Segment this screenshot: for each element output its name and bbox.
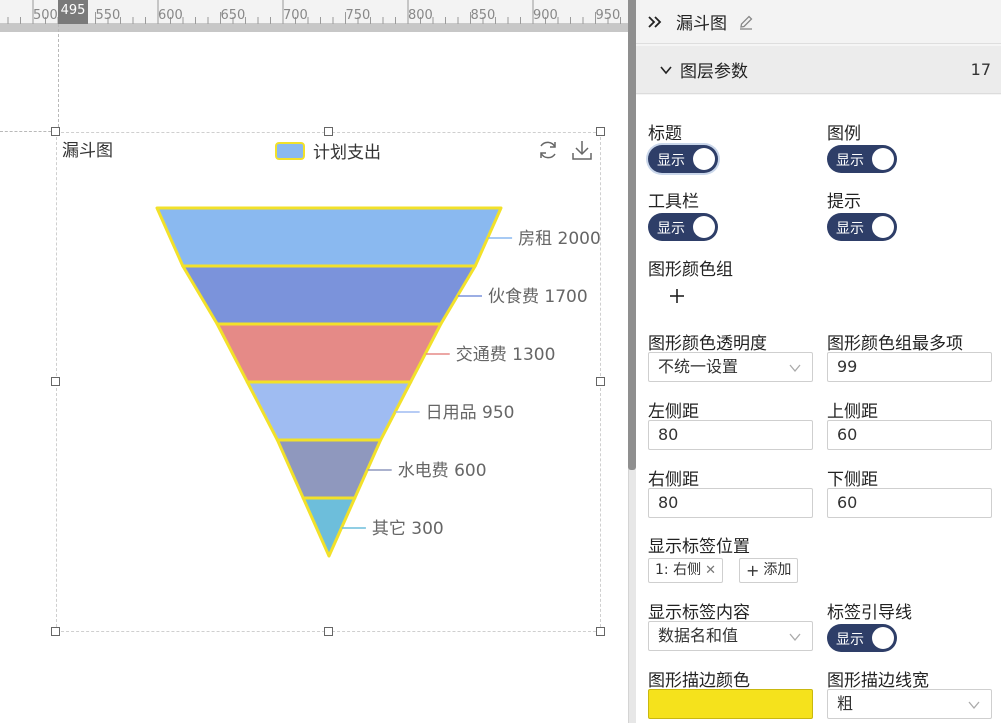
toggle-knob	[693, 148, 715, 170]
legend-toggle[interactable]: 显示	[827, 145, 897, 173]
bottom-margin-label: 下侧距	[827, 470, 878, 490]
toggle-knob	[872, 627, 894, 649]
stroke-color-label: 图形描边颜色	[648, 671, 750, 691]
pencil-icon[interactable]	[737, 13, 755, 31]
layer-params-section-header[interactable]: 图层参数 17	[636, 46, 1001, 94]
max-colors-input[interactable]: 99	[827, 352, 992, 382]
label-content-select[interactable]: 数据名和值	[648, 621, 813, 651]
tooltip-toggle-text: 显示	[836, 221, 864, 237]
add-label-position-button[interactable]: + 添加	[739, 558, 799, 583]
guide-line-toggle[interactable]: 显示	[827, 624, 897, 652]
add-button-text: 添加	[763, 562, 792, 578]
guide-line-toggle-text: 显示	[836, 632, 864, 648]
max-colors-label: 图形颜色组最多项	[827, 334, 963, 354]
label-content-value: 数据名和值	[658, 626, 739, 645]
funnel-data-label: 日用品 950	[426, 403, 515, 423]
funnel-segment[interactable]	[155, 206, 503, 268]
tooltip-field-label: 提示	[827, 192, 861, 212]
funnel-data-label: 水电费 600	[398, 461, 487, 481]
stroke-width-select[interactable]: 粗	[827, 689, 992, 719]
funnel-segment[interactable]	[301, 496, 357, 558]
section-count: 17	[970, 60, 991, 79]
funnel-data-label: 伙食费 1700	[488, 287, 588, 307]
section-title: 图层参数	[680, 62, 748, 82]
funnel-segment[interactable]	[181, 264, 477, 326]
toolbar-field-label: 工具栏	[648, 192, 699, 212]
panel-header: 漏斗图	[636, 0, 1001, 44]
title-toggle-text: 显示	[657, 153, 685, 169]
toggle-knob	[693, 216, 715, 238]
toolbar-toggle-text: 显示	[657, 221, 685, 237]
opacity-label: 图形颜色透明度	[648, 334, 767, 354]
close-icon[interactable]: ✕	[705, 559, 716, 582]
title-field-label: 标题	[648, 124, 682, 144]
funnel-chart: 房租 2000 伙食费 1700 交通费 1300 日用品 950 水电费 600 其它 …	[155, 206, 601, 558]
funnel-data-label: 其它 300	[372, 519, 444, 539]
label-position-tag: 1: 右侧 ✕	[648, 558, 723, 583]
tooltip-toggle[interactable]: 显示	[827, 213, 897, 241]
left-margin-label: 左侧距	[648, 402, 699, 422]
label-position-label: 显示标签位置	[648, 537, 750, 557]
legend-field-label: 图例	[827, 124, 861, 144]
plus-icon	[670, 289, 684, 303]
opacity-select-value: 不统一设置	[658, 357, 739, 376]
title-toggle[interactable]: 显示	[648, 145, 718, 173]
stroke-color-picker[interactable]	[648, 689, 813, 719]
canvas-scrollbar-thumb[interactable]	[628, 0, 636, 470]
color-group-label: 图形颜色组	[648, 260, 733, 280]
opacity-select[interactable]: 不统一设置	[648, 352, 813, 382]
toggle-knob	[872, 216, 894, 238]
plus-icon: +	[746, 561, 760, 580]
left-margin-input[interactable]: 80	[648, 420, 813, 450]
label-position-tag-text: 1: 右侧	[655, 562, 702, 578]
double-chevron-right-icon[interactable]	[644, 12, 664, 32]
canvas-area[interactable]: 500 550 600 650 700 750 800 850 900 950 495 漏斗图 计…	[0, 0, 628, 723]
toolbar-toggle[interactable]: 显示	[648, 213, 718, 241]
right-margin-input[interactable]: 80	[648, 488, 813, 518]
chevron-down-icon	[789, 633, 801, 642]
panel-title: 漏斗图	[676, 14, 727, 34]
add-color-button[interactable]	[667, 286, 687, 306]
panel-body: 标题 显示 图例 显示 工具栏 显示 提示 显示 图形颜色组 图形颜色透明度 不…	[636, 95, 1001, 723]
funnel-segment[interactable]	[245, 380, 413, 442]
bottom-margin-input[interactable]: 60	[827, 488, 992, 518]
right-margin-label: 右侧距	[648, 470, 699, 490]
legend-toggle-text: 显示	[836, 153, 864, 169]
funnel-data-label: 房租 2000	[518, 229, 601, 249]
stroke-width-value: 粗	[837, 694, 854, 713]
top-margin-label: 上侧距	[827, 402, 878, 422]
properties-panel: 漏斗图 图层参数 17 标题 显示 图例 显示 工具栏 显示 提示 显示 图形颜…	[636, 0, 1001, 723]
top-margin-input[interactable]: 60	[827, 420, 992, 450]
stroke-width-label: 图形描边线宽	[827, 671, 929, 691]
funnel-segment[interactable]	[275, 438, 383, 500]
guide-line-label: 标签引导线	[827, 603, 912, 623]
chevron-down-icon	[789, 364, 801, 373]
chevron-down-icon	[968, 701, 980, 710]
label-content-label: 显示标签内容	[648, 603, 750, 623]
chevron-down-icon	[658, 62, 674, 78]
toggle-knob	[872, 148, 894, 170]
funnel-data-label: 交通费 1300	[456, 345, 556, 365]
funnel-segment[interactable]	[215, 322, 443, 384]
